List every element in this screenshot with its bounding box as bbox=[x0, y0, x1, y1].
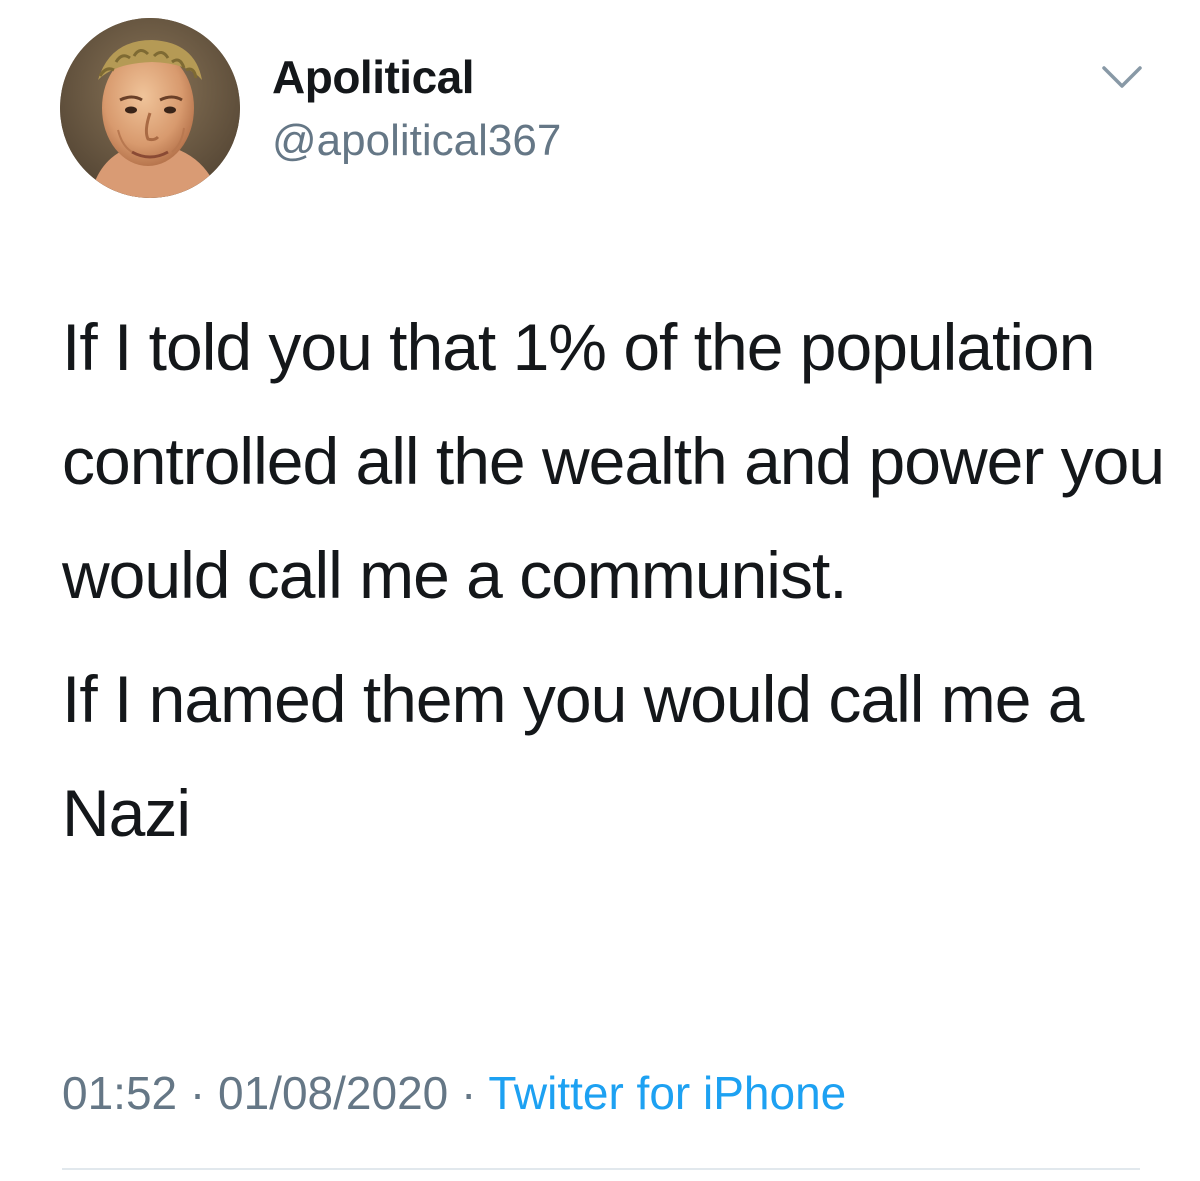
tweet-paragraph: If I named them you would call me a Nazi bbox=[62, 662, 1085, 850]
divider bbox=[62, 1168, 1140, 1170]
meta-separator: · bbox=[461, 1067, 477, 1119]
tweet-card: Apolitical @apolitical367 If I told you … bbox=[0, 0, 1200, 1181]
tweet-date[interactable]: 01/08/2020 bbox=[218, 1067, 448, 1119]
portrait-image bbox=[60, 18, 240, 198]
author-handle[interactable]: @apolitical367 bbox=[272, 116, 561, 166]
tweet-text: If I told you that 1% of the population … bbox=[62, 290, 1172, 870]
meta-separator: · bbox=[189, 1067, 206, 1119]
tweet-source-link[interactable]: Twitter for iPhone bbox=[488, 1067, 846, 1119]
tweet-paragraph: If I told you that 1% of the population … bbox=[62, 310, 1165, 612]
author-name[interactable]: Apolitical bbox=[272, 50, 475, 104]
tweet-time[interactable]: 01:52 bbox=[62, 1067, 177, 1119]
tweet-meta: 01:52 · 01/08/2020 · Twitter for iPhone bbox=[62, 1066, 846, 1120]
chevron-down-icon[interactable] bbox=[1100, 62, 1144, 92]
avatar[interactable] bbox=[60, 18, 240, 198]
